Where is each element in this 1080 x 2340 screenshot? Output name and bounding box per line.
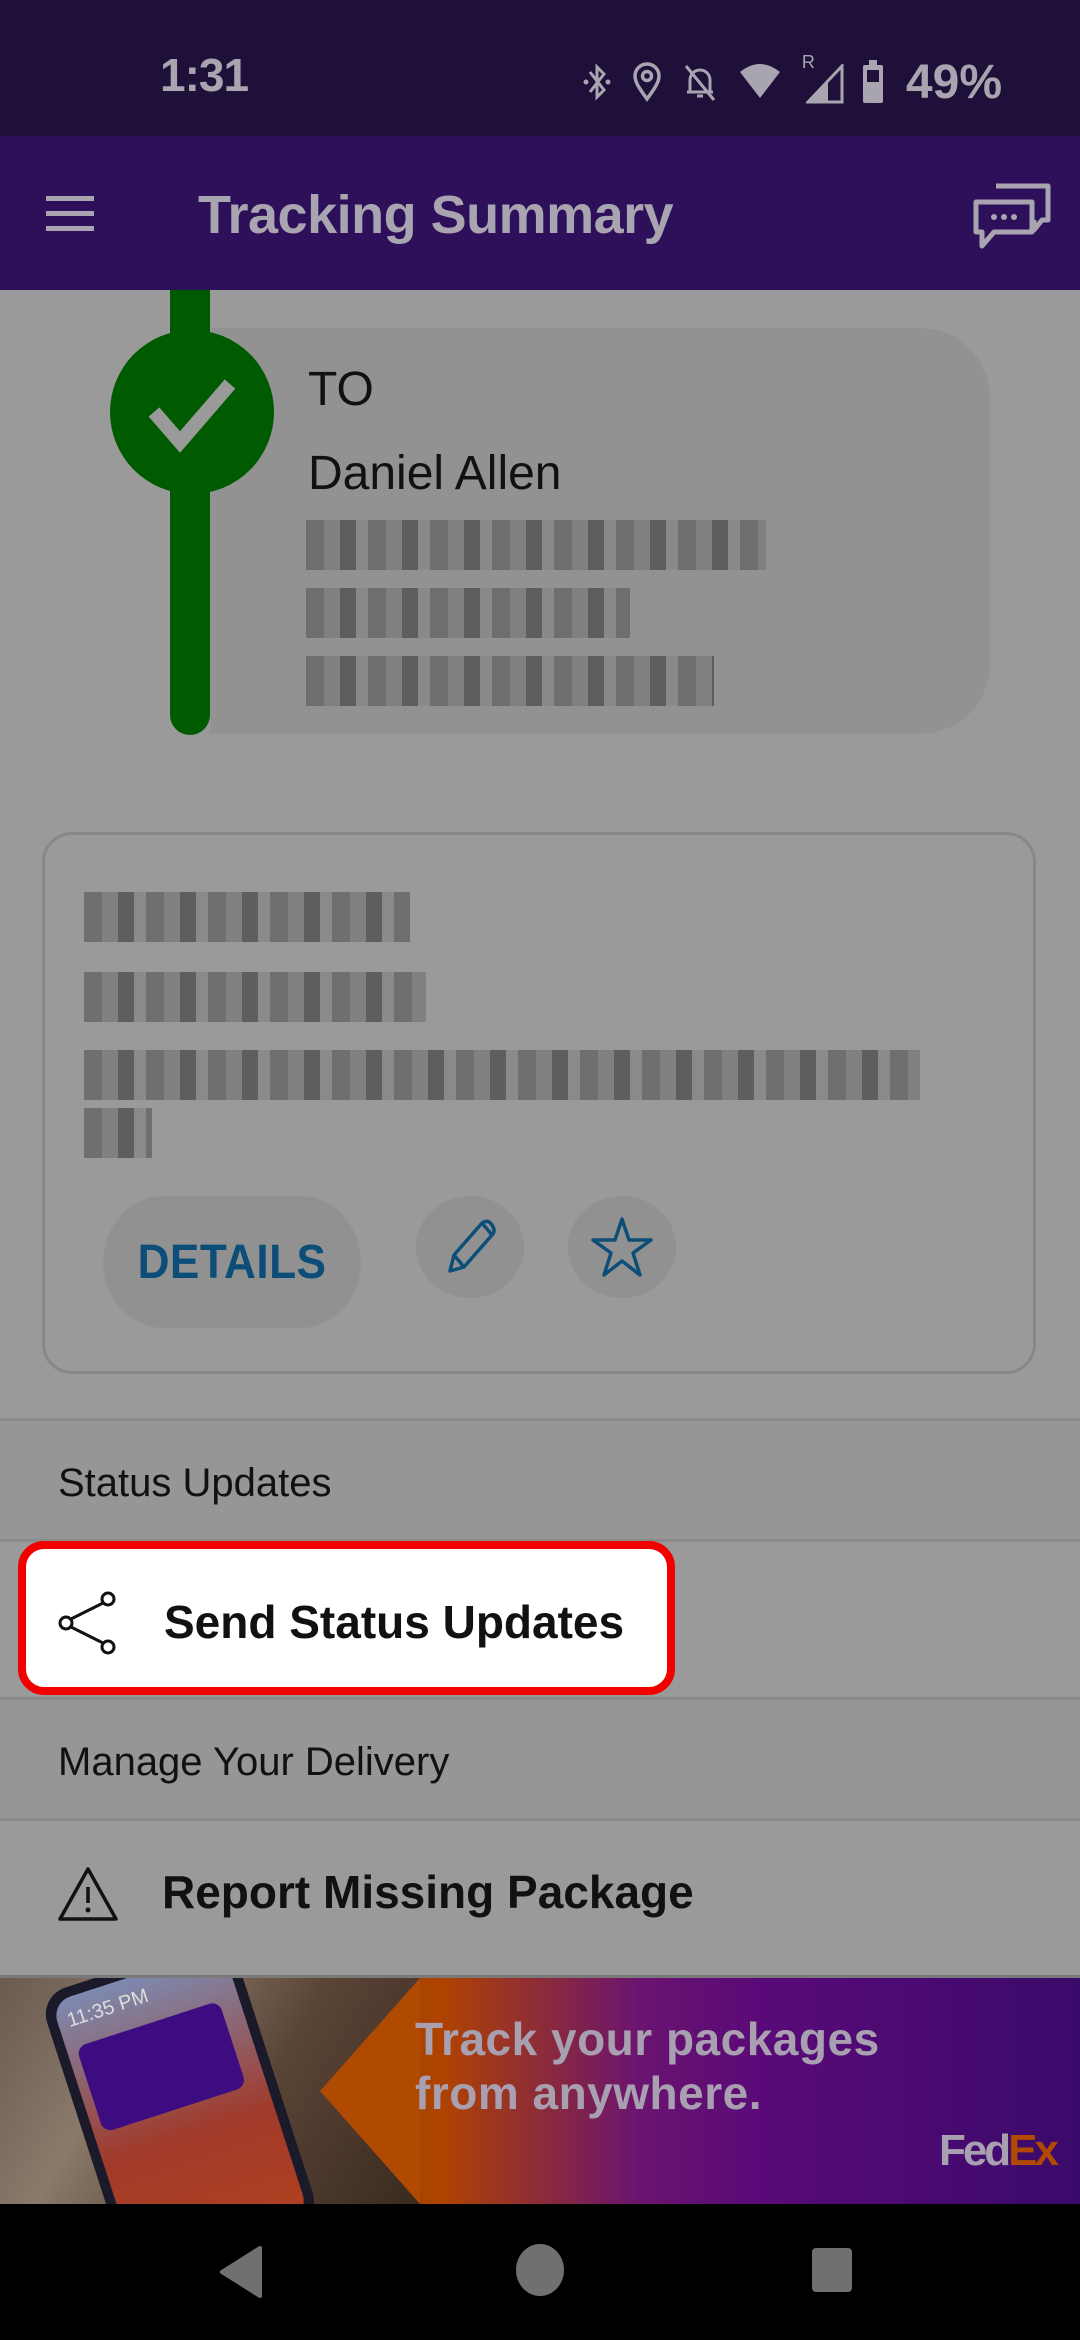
promo-banner[interactable]: 11:35 PM Track your packages from anywhe… (0, 1978, 1080, 2204)
banner-wedge (320, 1978, 420, 2204)
delivered-status-indicator (110, 330, 274, 494)
recipient-name: Daniel Allen (308, 447, 562, 500)
location-icon (633, 62, 661, 102)
status-time: 1:31 (160, 49, 249, 101)
check-icon (148, 379, 236, 453)
send-status-updates-button[interactable]: Send Status Updates (18, 1541, 675, 1695)
back-button[interactable] (216, 2244, 266, 2305)
edit-button[interactable] (416, 1196, 524, 1298)
section-title: Manage Your Delivery (58, 1740, 450, 1784)
battery-icon (862, 60, 883, 103)
logo-ex: Ex (1008, 2126, 1059, 2175)
recipient-label: TO (308, 363, 374, 416)
battery-percent: 49% (905, 55, 1002, 109)
chat-bubbles-icon (973, 183, 1051, 249)
section-header-manage-delivery: Manage Your Delivery (0, 1697, 1080, 1821)
banner-headline-line2: from anywhere. (415, 2067, 762, 2119)
share-icon (58, 1591, 116, 1655)
system-nav-bar (0, 2204, 1080, 2340)
notifications-off-icon (684, 65, 716, 101)
status-bar: 1:31 R 49% (0, 0, 1080, 136)
page-title: Tracking Summary (198, 185, 674, 245)
redacted-shipment-info (84, 1108, 152, 1158)
warning-icon (58, 1867, 118, 1921)
bluetooth-icon (583, 63, 611, 101)
details-button[interactable]: DETAILS (103, 1196, 361, 1328)
report-missing-package-row[interactable]: Report Missing Package (0, 1821, 1080, 1979)
redacted-address-line (306, 588, 630, 638)
redacted-shipment-info (84, 1050, 920, 1100)
section-header-status-updates: Status Updates (0, 1418, 1080, 1542)
back-icon (220, 2246, 262, 2298)
banner-headline: Track your packages from anywhere. (415, 2012, 880, 2120)
report-missing-package-label: Report Missing Package (162, 1866, 694, 1918)
redacted-address-line (306, 520, 766, 570)
favorite-button[interactable] (568, 1196, 676, 1298)
pencil-icon (448, 1219, 496, 1273)
star-icon (591, 1217, 653, 1277)
redacted-address-line (306, 656, 714, 706)
logo-fed: Fed (938, 2126, 1011, 2175)
phone-image: 11:35 PM (38, 1978, 322, 2204)
app-bar: Tracking Summary (0, 136, 1080, 290)
redacted-tracking-number (84, 972, 426, 1022)
status-icons: R 49% (582, 52, 1002, 110)
hamburger-menu-icon (46, 196, 94, 231)
home-button[interactable] (514, 2242, 566, 2303)
home-icon (516, 2244, 564, 2296)
wifi-icon (739, 64, 780, 98)
signal-roaming-icon: R (802, 52, 844, 104)
chat-button[interactable] (972, 176, 1052, 252)
redacted-sender-name (84, 892, 410, 942)
banner-headline-line1: Track your packages (415, 2013, 880, 2065)
fedex-logo: FedEx (938, 2126, 1059, 2176)
recents-icon (812, 2248, 852, 2292)
menu-button[interactable] (40, 186, 114, 242)
send-status-updates-label: Send Status Updates (164, 1596, 625, 1648)
section-title: Status Updates (58, 1461, 332, 1505)
recents-button[interactable] (810, 2246, 854, 2299)
